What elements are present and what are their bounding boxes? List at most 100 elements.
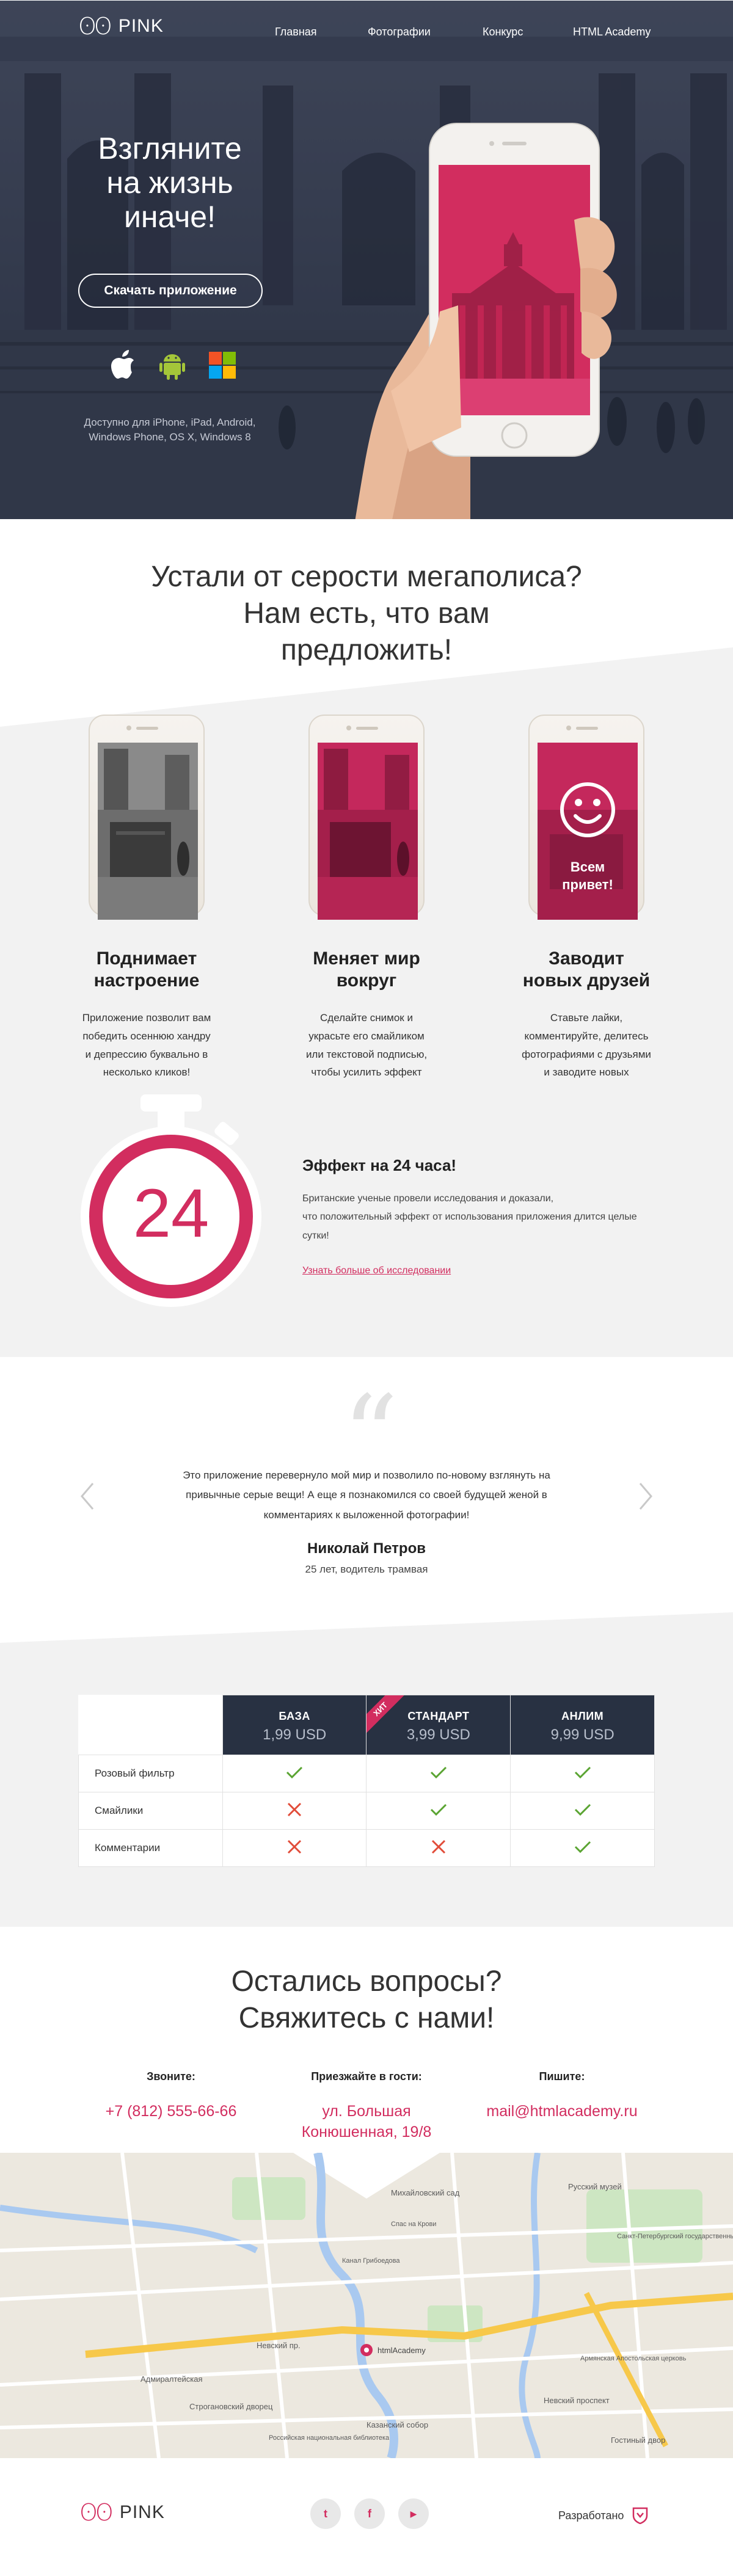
pricing-cell: [366, 1829, 511, 1867]
check-icon: [286, 1766, 303, 1778]
feature-friends: Всем привет! Заводит новых друзей Ставьт…: [507, 715, 666, 1082]
header-logo[interactable]: ʘʘ PINK: [78, 15, 164, 38]
feature-friends-title: Заводит новых друзей: [507, 948, 666, 992]
review-text-line-2: привычные серые вещи! А еще я познакомил…: [186, 1489, 547, 1501]
pricing-row-label: Смайлики: [78, 1792, 223, 1830]
map-label-national-library: Российская национальная библиотека: [269, 2434, 390, 2442]
phone-smiley-photo: Всем привет!: [528, 715, 644, 920]
feature-mood-text-line-4: несколько кликов!: [103, 1066, 191, 1079]
phone-camera: [346, 726, 351, 730]
bw-photo: [98, 743, 198, 920]
pricing-row: Комментарии: [78, 1829, 655, 1867]
check-icon: [430, 1766, 447, 1778]
facebook-icon[interactable]: f: [354, 2498, 385, 2529]
check-icon: [574, 1841, 591, 1853]
smiley-caption-line-2: привет!: [562, 876, 613, 892]
map-label-canal: Канал Грибоедова: [342, 2257, 400, 2265]
feature-world-title-line-2: вокруг: [336, 970, 397, 991]
hit-badge-label: ХИТ: [366, 1695, 410, 1738]
feature-friends-title-line-1: Заводит: [549, 948, 624, 969]
feature-world-text-line-1: Сделайте снимок и: [320, 1012, 413, 1024]
pricing-table: БАЗА 1,99 USD ХИТ СТАНДАРТ 3,99 USD АНЛИ…: [78, 1695, 655, 1867]
cross-icon: [288, 1802, 302, 1816]
contact-email-link[interactable]: mail@htmlacademy.ru: [470, 2101, 654, 2122]
feature-friends-text: Ставьте лайки, комментируйте, делитесь ф…: [507, 1009, 666, 1082]
effect-text-line-2: что положительный эффект от использовани…: [302, 1212, 637, 1223]
footer-logo[interactable]: ʘʘ PINK: [79, 2501, 165, 2524]
contact-address-value: ул. Большая Конюшенная, 19/8: [275, 2101, 458, 2143]
windows-icon[interactable]: [205, 347, 239, 384]
pricing-cell: [366, 1792, 511, 1830]
map-marker[interactable]: htmlAcademy: [360, 2344, 426, 2356]
map-label-kazan-cathedral: Казанский собор: [366, 2420, 428, 2429]
phone-camera: [126, 726, 131, 730]
main-header: ʘʘ PINK Главная Фотографии Конкурс HTML …: [0, 0, 733, 61]
features-title: Устали от серости мегаполиса? Нам есть, …: [0, 559, 733, 669]
review-prev-arrow-icon[interactable]: [78, 1481, 97, 1512]
contacts-title-line-2: Свяжитесь с нами!: [238, 2002, 495, 2034]
map-label-admiralteyskaya: Адмиралтейская: [140, 2374, 203, 2384]
feature-world-text-line-4: чтобы усилить эффект: [311, 1066, 422, 1079]
youtube-icon[interactable]: ▶: [398, 2498, 429, 2529]
plan-basic[interactable]: БАЗА 1,99 USD: [222, 1695, 367, 1755]
feature-mood-text-line-1: Приложение позволит вам: [82, 1012, 211, 1024]
review-text-line-1: Это приложение перевернуло мой мир и поз…: [183, 1469, 550, 1481]
map-marker-label: htmlAcademy: [377, 2346, 426, 2355]
plan-basic-price: 1,99 USD: [263, 1726, 327, 1743]
feature-mood-title-line-2: настроение: [93, 970, 200, 991]
phone-camera: [566, 726, 571, 730]
page-footer: ʘʘ PINK t f ▶ Разработано: [0, 2458, 733, 2576]
feature-mood-title-line-1: Поднимает: [96, 948, 197, 969]
features-title-line-2: Нам есть, что вам: [243, 597, 490, 630]
feature-mood-text: Приложение позволит вам победить осеннюю…: [67, 1009, 226, 1082]
made-by[interactable]: Разработано: [558, 2507, 648, 2524]
contact-email: Пишите: mail@htmlacademy.ru: [470, 2070, 654, 2122]
feature-mood-text-line-2: победить осеннюю хандру: [82, 1030, 211, 1042]
contact-phone-link[interactable]: +7 (812) 555-66-66: [79, 2101, 263, 2122]
city-map[interactable]: Русский музей Михайловский сад Невский п…: [0, 2153, 733, 2458]
nav-item-home[interactable]: Главная: [275, 26, 317, 38]
twitter-icon[interactable]: t: [310, 2498, 341, 2529]
smiley-caption: Всем привет!: [538, 859, 638, 893]
feature-world-text-line-3: или текстовой подписью,: [305, 1048, 428, 1060]
download-app-button[interactable]: Скачать приложение: [78, 274, 263, 308]
nav-item-html-academy[interactable]: HTML Academy: [573, 26, 671, 38]
nav-item-photos[interactable]: Фотографии: [368, 26, 441, 38]
feature-mood-title: Поднимает настроение: [67, 948, 226, 992]
plan-basic-name: БАЗА: [279, 1710, 310, 1722]
pricing-cell: [510, 1829, 655, 1867]
hand-with-phone-image: [355, 123, 617, 519]
cross-icon: [431, 1839, 445, 1854]
review-text-line-3: комментариях к выложенной фотографии!: [263, 1508, 470, 1521]
pricing-cell: [510, 1755, 655, 1792]
nav-item-contest[interactable]: Конкурс: [483, 26, 544, 38]
timer-value: 24: [133, 1175, 210, 1251]
contact-address-line-2: Конюшенная, 19/8: [301, 2123, 432, 2141]
feature-world: Меняет мир вокруг Сделайте снимок и укра…: [287, 715, 446, 1082]
feature-friends-title-line-2: новых друзей: [522, 970, 651, 991]
landing-page: ʘʘ PINK Главная Фотографии Конкурс HTML …: [0, 0, 733, 2576]
check-icon: [574, 1803, 591, 1816]
logo-text: PINK: [118, 16, 164, 36]
plan-unlim[interactable]: АНЛИМ 9,99 USD: [510, 1695, 655, 1755]
feature-friends-text-line-2: комментируйте, делитесь: [524, 1030, 649, 1042]
smiley-photo: Всем привет!: [538, 743, 638, 920]
feature-world-title-line-1: Меняет мир: [313, 948, 420, 969]
cross-icon: [288, 1839, 302, 1854]
pricing-cell: [222, 1829, 367, 1867]
map-label-russian-museum: Русский музей: [568, 2182, 622, 2191]
contact-phone-label: Звоните:: [147, 2070, 195, 2083]
research-link[interactable]: Узнать больше об исследовании: [302, 1265, 451, 1276]
apple-icon[interactable]: [105, 347, 139, 384]
review-next-arrow-icon[interactable]: [636, 1481, 655, 1512]
contacts-title: Остались вопросы? Свяжитесь с нами!: [0, 1963, 733, 2037]
phone-speaker: [136, 727, 158, 730]
contact-address-label: Приезжайте в гости:: [311, 2070, 422, 2083]
map-label-nevsky-prospekt: Невский проспект: [544, 2396, 610, 2405]
android-icon[interactable]: [155, 347, 189, 384]
logo-glasses-icon: ʘʘ: [78, 13, 112, 40]
phone-speaker: [356, 727, 378, 730]
map-label-mikhailovsky-garden: Михайловский сад: [391, 2188, 460, 2197]
plan-standard[interactable]: ХИТ СТАНДАРТ 3,99 USD: [366, 1695, 511, 1755]
pricing-cell: [366, 1755, 511, 1792]
